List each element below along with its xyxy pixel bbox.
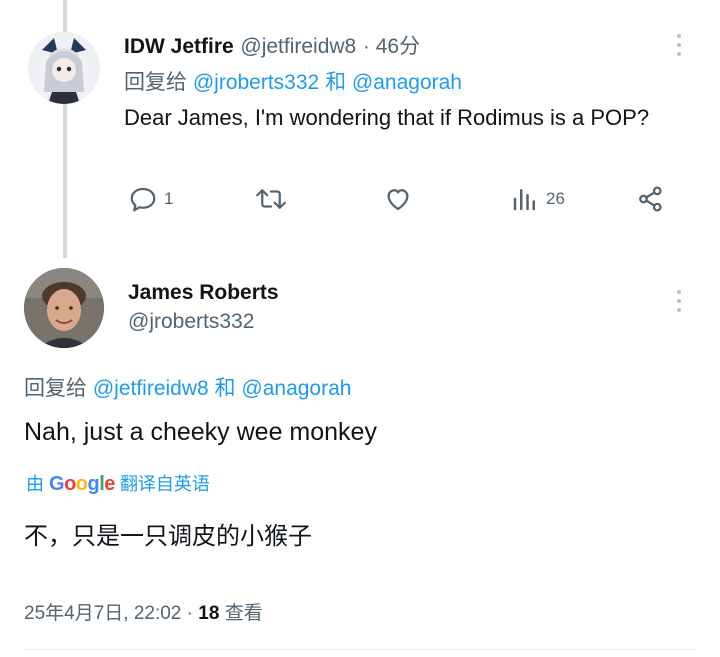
reply-mention-link[interactable]: @jroberts332 [193, 71, 319, 94]
divider [24, 649, 696, 650]
retweet-icon [256, 189, 286, 209]
tweet2-more-options-icon[interactable] [674, 286, 684, 316]
tweet2-meta: 25年4月7日, 22:02 · 18 查看 [24, 598, 263, 625]
tweet1-action-bar: 1 26 [124, 184, 680, 224]
tweet2-views-count: 18 [198, 603, 220, 624]
anime-avatar-image [28, 32, 100, 104]
tweet2-handle[interactable]: @jroberts332 [128, 310, 254, 334]
share-icon [639, 186, 662, 212]
tweet1-handle[interactable]: @jetfireidw8 [240, 35, 356, 58]
views-count: 26 [546, 189, 565, 208]
tweet1-text: Dear James, I'm wondering that if Rodimu… [124, 105, 650, 130]
google-logo-text: Google [49, 473, 115, 495]
heart-icon [387, 189, 409, 211]
like-button[interactable] [382, 184, 414, 214]
reply-count: 1 [164, 189, 174, 208]
avatar-james-roberts[interactable] [24, 268, 104, 348]
reply-icon [130, 187, 156, 212]
translation-attribution[interactable]: 由 Google 翻译自英语 [26, 470, 210, 496]
profile-photo-image [24, 268, 104, 348]
translation-suffix: 翻译自英语 [119, 474, 210, 494]
tweet1-more-options-icon[interactable] [674, 30, 684, 60]
tweet1-display-name[interactable]: IDW Jetfire [124, 35, 234, 58]
reply-prefix-label: 回复给 [24, 377, 87, 400]
reply-and-label: 和 [325, 71, 347, 94]
reply-prefix-label: 回复给 [124, 71, 187, 94]
reply-and-label: 和 [214, 377, 236, 400]
tweet1-reply-context: 回复给 @jroberts332 和 @anagorah [124, 66, 462, 96]
share-button[interactable] [636, 184, 666, 214]
reply-mention-link[interactable]: @anagorah [241, 377, 351, 400]
tweet1-timestamp[interactable]: · 46分 [363, 35, 420, 58]
retweet-button[interactable] [254, 184, 288, 214]
reply-button[interactable]: 1 [128, 184, 173, 214]
reply-mention-link[interactable]: @jetfireidw8 [93, 377, 209, 400]
reply-mention-link[interactable]: @anagorah [352, 71, 462, 94]
tweet1-header: IDW Jetfire @jetfireidw8 · 46分 [124, 30, 420, 60]
tweet2-reply-context: 回复给 @jetfireidw8 和 @anagorah [24, 372, 351, 402]
views-icon [513, 189, 535, 211]
avatar-jetfire[interactable] [28, 32, 100, 104]
translated-text: 不，只是一只调皮的小猴子 [24, 522, 312, 550]
views-button[interactable]: 26 [510, 184, 565, 214]
tweet2-display-name[interactable]: James Roberts [128, 281, 279, 305]
translation-prefix: 由 [26, 474, 44, 494]
tweet2-views-label: 查看 [224, 603, 263, 624]
tweet2-text: Nah, just a cheeky wee monkey [24, 418, 377, 446]
tweet2-date[interactable]: 25年4月7日, 22:02 · [24, 603, 193, 624]
